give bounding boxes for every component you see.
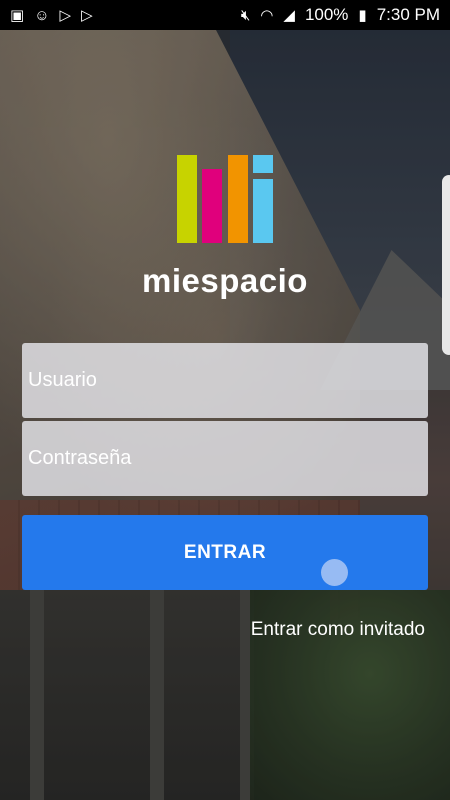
status-right: 🔇︎ ◠ ◢ 100% ▮ 7:30 PM <box>241 5 440 25</box>
play-store-icon: ▷ <box>59 6 72 24</box>
login-button[interactable]: ENTRAR <box>22 515 428 590</box>
battery-percent: 100% <box>304 5 349 24</box>
status-left: ▣ ☺ ▷ ▷ <box>10 8 93 23</box>
play-store-icon-2: ▷ <box>81 6 93 24</box>
logo-dot <box>253 155 273 173</box>
status-bar: ▣ ☺ ▷ ▷ 🔇︎ ◠ ◢ 100% ▮ 7:30 PM <box>0 0 450 30</box>
logo-bar-3 <box>228 155 248 243</box>
password-field[interactable]: Contraseña <box>22 421 428 496</box>
brand-name: miespacio <box>142 262 308 299</box>
login-screen: ▣ ☺ ▷ ▷ 🔇︎ ◠ ◢ 100% ▮ 7:30 PM miespacio … <box>0 0 450 800</box>
notification-icon: ▣ <box>10 6 25 24</box>
username-placeholder: Usuario <box>28 369 97 391</box>
mute-icon: 🔇︎ <box>240 6 251 24</box>
username-field[interactable]: Usuario <box>22 343 428 418</box>
login-button-label: ENTRAR <box>183 541 267 563</box>
logo-bar-1 <box>177 155 197 243</box>
smiley-icon: ☺ <box>34 6 50 24</box>
password-placeholder: Contraseña <box>28 447 132 469</box>
logo-bar-2 <box>202 169 222 243</box>
battery-icon: ▮ <box>358 6 367 24</box>
signal-icon: ◢ <box>283 6 295 24</box>
logo-bar-4 <box>253 179 273 243</box>
wifi-icon: ◠ <box>260 6 274 24</box>
clock: 7:30 PM <box>376 5 440 24</box>
touch-ripple <box>321 559 348 586</box>
guest-login-link[interactable]: Entrar como invitado <box>251 619 425 641</box>
app-logo <box>177 155 273 243</box>
